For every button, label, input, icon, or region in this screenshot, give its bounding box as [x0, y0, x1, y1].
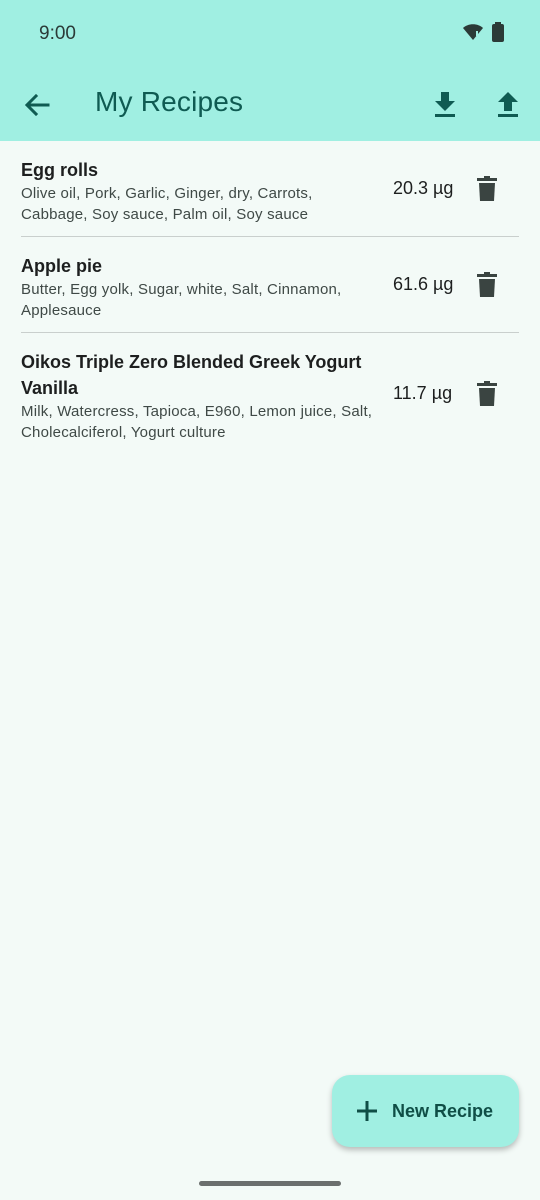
recipe-value: 20.3 µg	[393, 178, 454, 198]
recipe-value: 61.6 µg	[393, 274, 454, 294]
delete-button[interactable]	[475, 271, 499, 299]
plus-icon	[357, 1101, 377, 1121]
back-button[interactable]	[20, 88, 54, 122]
top-app-bar: 9:00 My Recipes	[0, 0, 540, 141]
recipe-ingredients: Milk, Watercress, Tapioca, E960, Lemon j…	[21, 403, 373, 441]
upload-button[interactable]	[491, 88, 525, 122]
recipe-row[interactable]: Apple pie Butter, Egg yolk, Sugar, white…	[0, 237, 540, 332]
page-title: My Recipes	[95, 86, 244, 117]
recipe-row[interactable]: Oikos Triple Zero Blended Greek Yogurt V…	[0, 333, 540, 455]
home-indicator[interactable]	[199, 1181, 341, 1186]
status-icons	[462, 21, 504, 47]
arrow-back-icon	[24, 94, 50, 116]
wifi-alert-icon	[462, 23, 484, 46]
recipe-title: Egg rolls	[21, 160, 99, 180]
download-icon	[435, 92, 455, 117]
trash-icon	[477, 272, 497, 297]
recipe-ingredients: Butter, Egg yolk, Sugar, white, Salt, Ci…	[21, 281, 342, 319]
download-button[interactable]	[428, 88, 462, 122]
recipe-ingredients: Olive oil, Pork, Garlic, Ginger, dry, Ca…	[21, 185, 313, 223]
recipe-value: 11.7 µg	[393, 383, 453, 403]
new-recipe-label: New Recipe	[392, 1100, 494, 1121]
delete-button[interactable]	[475, 380, 499, 408]
upload-icon	[498, 92, 518, 117]
recipe-row[interactable]: Egg rolls Olive oil, Pork, Garlic, Ginge…	[0, 141, 540, 236]
battery-icon	[492, 21, 504, 47]
delete-button[interactable]	[475, 175, 499, 203]
trash-icon	[477, 176, 497, 201]
recipe-list: Egg rolls Olive oil, Pork, Garlic, Ginge…	[0, 141, 540, 455]
new-recipe-button[interactable]: New Recipe	[332, 1075, 519, 1147]
recipe-title: Apple pie	[21, 256, 103, 276]
status-time: 9:00	[39, 23, 76, 44]
recipe-title: Oikos Triple Zero Blended Greek Yogurt V…	[21, 352, 362, 398]
trash-icon	[477, 381, 497, 406]
